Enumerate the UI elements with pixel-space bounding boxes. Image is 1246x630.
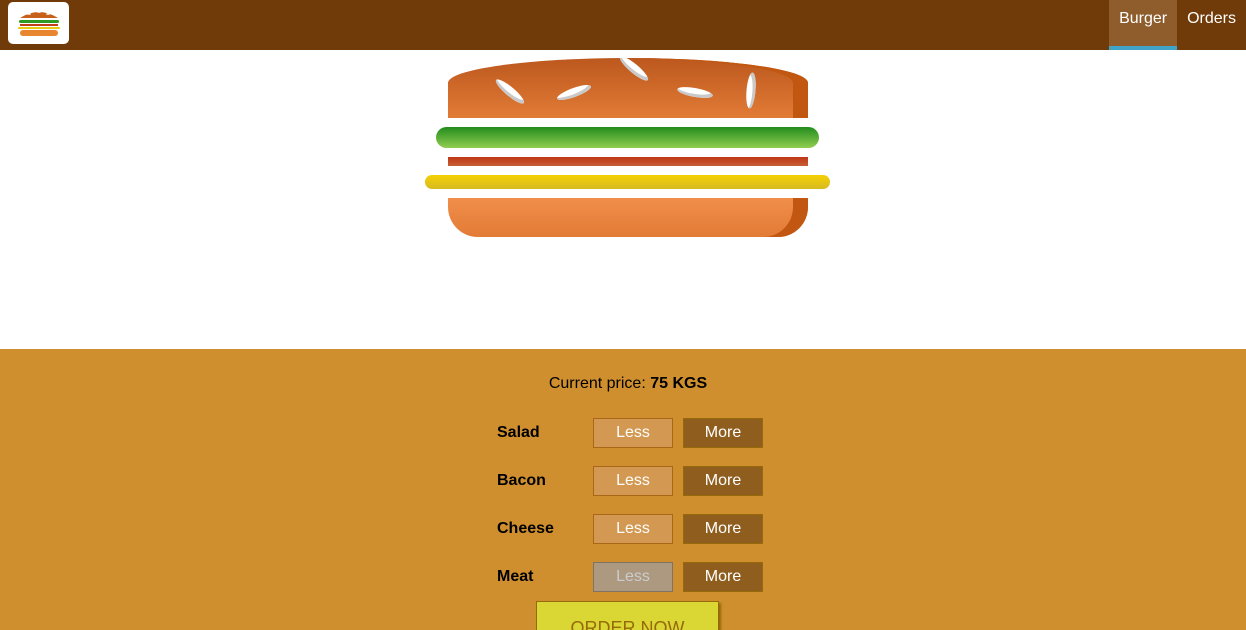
less-bacon-button[interactable]: Less <box>593 466 673 496</box>
logo[interactable] <box>8 2 69 44</box>
order-now-button[interactable]: ORDER NOW <box>536 601 719 630</box>
sesame-seed <box>493 76 527 107</box>
cheese-layer <box>425 175 830 189</box>
bacon-layer <box>448 157 808 166</box>
less-salad-button[interactable]: Less <box>593 418 673 448</box>
nav-item-burger[interactable]: Burger <box>1109 0 1178 50</box>
more-salad-button[interactable]: More <box>683 418 763 448</box>
salad-layer <box>436 127 819 148</box>
ingredient-label: Bacon <box>497 472 546 489</box>
build-controls: Current price: 75 KGS Salad Less More Ba… <box>0 349 1246 630</box>
less-cheese-button[interactable]: Less <box>593 514 673 544</box>
more-cheese-button[interactable]: More <box>683 514 763 544</box>
more-meat-button[interactable]: More <box>683 562 763 592</box>
ingredient-label: Meat <box>497 568 534 585</box>
sesame-seed <box>744 72 758 109</box>
toolbar: Burger Orders <box>0 0 1246 50</box>
price-value: 75 KGS <box>650 375 708 392</box>
current-price: Current price: 75 KGS <box>0 375 1246 393</box>
ingredient-label: Cheese <box>497 520 554 537</box>
sesame-seed <box>555 82 593 103</box>
price-label: Current price: <box>548 375 646 392</box>
bread-top <box>448 58 808 118</box>
nav-item-orders[interactable]: Orders <box>1177 0 1246 50</box>
sesame-seed <box>676 84 714 101</box>
more-bacon-button[interactable]: More <box>683 466 763 496</box>
ingredient-label: Salad <box>497 424 540 441</box>
less-meat-button[interactable]: Less <box>593 562 673 592</box>
burger-preview <box>0 50 1246 349</box>
sesame-seed <box>617 58 651 84</box>
bread-bottom <box>448 198 808 237</box>
nav: Burger Orders <box>1109 0 1246 50</box>
burger-logo-icon <box>17 11 60 36</box>
